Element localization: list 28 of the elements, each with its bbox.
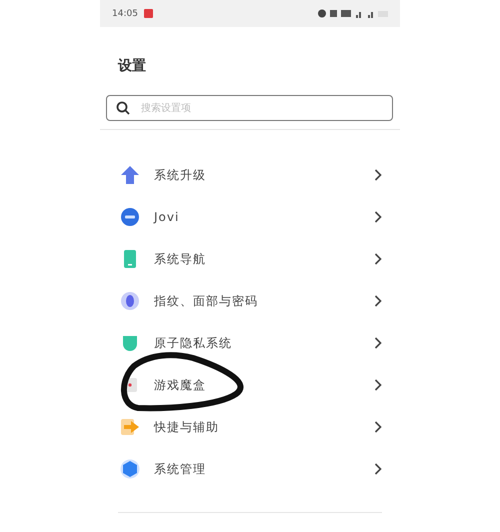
settings-item[interactable]: 系统升级 [100,154,400,196]
chevron-right-icon [374,253,382,265]
upward-arrow-icon [120,165,140,185]
page-title: 设置 [118,57,147,75]
settings-item[interactable]: Jovi [100,196,400,238]
shield-icon [120,333,140,353]
chevron-right-icon [374,421,382,433]
chevron-right-icon [374,211,382,223]
fingerprint-icon [120,291,140,311]
settings-item[interactable]: 系统导航 [100,238,400,280]
chevron-right-icon [374,169,382,181]
settings-item[interactable]: 指纹、面部与密码 [100,280,400,322]
chevron-right-icon [374,379,382,391]
jovi-icon [120,207,140,227]
chevron-right-icon [374,337,382,349]
settings-item[interactable]: 快捷与辅助 [100,406,400,448]
status-time: 14:05 [112,8,138,18]
hexagon-icon [120,459,140,479]
chevron-right-icon [374,295,382,307]
status-icons-drawing [318,9,388,18]
search-field[interactable]: 搜索设置项 [106,95,393,121]
right-arrow-icon [120,417,140,437]
settings-item[interactable]: 游戏魔盒 [100,364,400,406]
search-icon [116,101,130,115]
settings-item[interactable]: 系统管理 [100,448,400,490]
chevron-right-icon [374,463,382,475]
app-notification-icon [144,9,153,18]
settings-item[interactable]: 原子隐私系统 [100,322,400,364]
